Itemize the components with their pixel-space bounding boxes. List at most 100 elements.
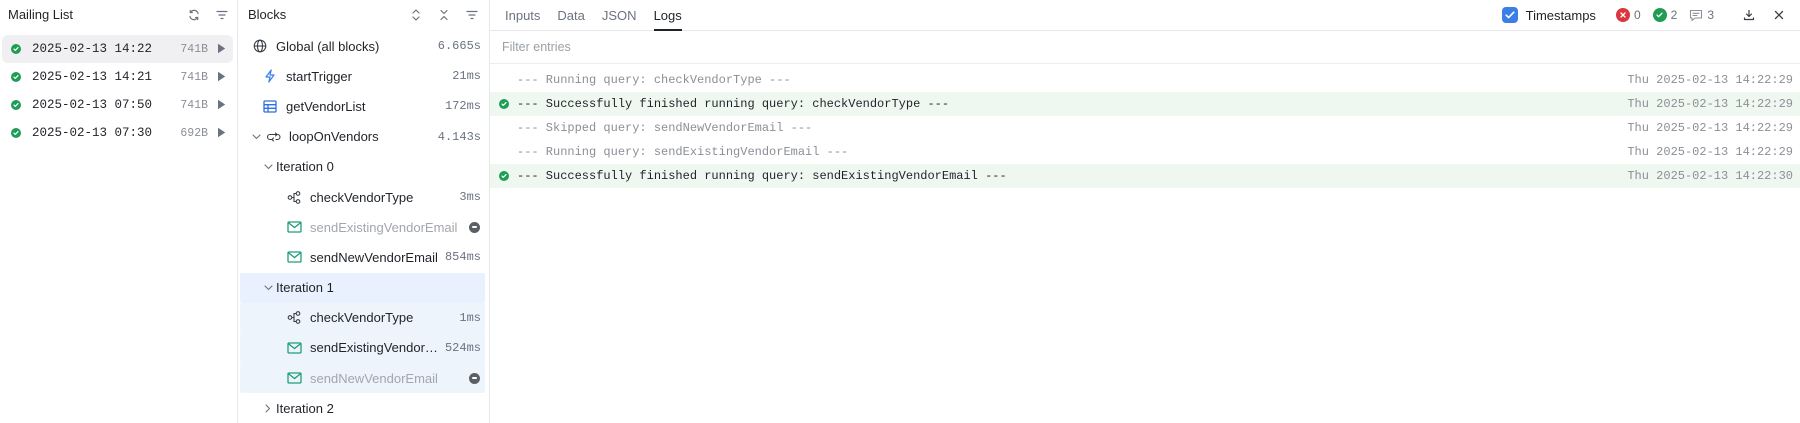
log-status-spacer xyxy=(499,147,509,157)
run-date: 2025-02-13 07:30 xyxy=(32,126,153,140)
tab-data[interactable]: Data xyxy=(557,0,584,30)
branch-icon xyxy=(286,189,302,205)
log-entry[interactable]: --- Running query: checkVendorType --- T… xyxy=(490,68,1800,92)
iteration-label: Iteration 2 xyxy=(276,400,334,416)
branch-icon xyxy=(286,310,302,326)
run-row[interactable]: 2025-02-13 07:30 692B xyxy=(2,119,233,147)
tab-logs[interactable]: Logs xyxy=(653,0,682,31)
tab-bar: Inputs Data JSON Logs Timestamps 0 2 3 xyxy=(490,0,1800,31)
timestamps-checkbox[interactable] xyxy=(1501,7,1518,23)
run-list: 2025-02-13 14:22 741B 2025-02-13 14:21 7… xyxy=(0,29,237,147)
success-check-icon xyxy=(11,128,21,138)
logs-toolbar: Timestamps 0 2 3 xyxy=(1501,0,1800,30)
log-message: --- Successfully finished running query:… xyxy=(517,169,1007,183)
filter-bar xyxy=(490,31,1800,64)
message-filter[interactable]: 3 xyxy=(1689,8,1714,22)
play-icon[interactable] xyxy=(217,99,227,111)
block-row-checkvendortype[interactable]: checkVendorType 1ms xyxy=(240,302,485,333)
iteration-row[interactable]: Iteration 1 xyxy=(240,272,485,303)
play-icon[interactable] xyxy=(217,71,227,83)
run-size: 692B xyxy=(180,126,208,140)
log-timestamp: Thu 2025-02-13 14:22:29 xyxy=(1627,121,1793,135)
block-row-checkvendortype[interactable]: checkVendorType 3ms xyxy=(240,182,485,212)
run-size: 741B xyxy=(180,70,208,84)
timestamps-label: Timestamps xyxy=(1525,7,1596,23)
tab-json[interactable]: JSON xyxy=(602,0,637,30)
refresh-icon[interactable] xyxy=(187,8,201,22)
iteration-row[interactable]: Iteration 0 xyxy=(240,152,485,182)
block-duration: 4.143s xyxy=(437,129,481,144)
success-check-icon xyxy=(11,100,21,110)
message-icon xyxy=(1689,8,1703,22)
collapse-all-icon[interactable] xyxy=(437,8,451,22)
block-label: loopOnVendors xyxy=(289,129,379,145)
mail-icon xyxy=(286,370,302,386)
run-size: 741B xyxy=(180,42,208,56)
block-label: sendExistingVendorEmail xyxy=(310,219,458,235)
error-filter[interactable]: 0 xyxy=(1615,8,1641,22)
iteration-row[interactable]: Iteration 2 xyxy=(240,393,485,423)
block-row-sendexistingvendoremail[interactable]: sendExistingVendorEmail 524ms xyxy=(240,332,485,364)
filter-icon[interactable] xyxy=(465,8,479,22)
skipped-icon xyxy=(469,372,480,384)
run-date: 2025-02-13 14:21 xyxy=(32,70,153,84)
log-status-spacer xyxy=(499,75,509,85)
block-label: checkVendorType xyxy=(310,310,414,326)
expand-all-icon[interactable] xyxy=(409,8,423,22)
success-check-icon xyxy=(499,99,509,109)
block-duration: 3ms xyxy=(459,190,481,205)
run-row[interactable]: 2025-02-13 07:50 741B xyxy=(2,91,233,119)
filter-icon[interactable] xyxy=(215,8,229,22)
play-icon[interactable] xyxy=(217,127,227,139)
blocks-panel: Blocks Global (all blocks) 6.665s startT… xyxy=(238,0,490,423)
block-duration: 21ms xyxy=(452,69,481,84)
filter-entries-input[interactable] xyxy=(502,40,902,54)
success-count: 2 xyxy=(1670,8,1678,22)
block-row-global[interactable]: Global (all blocks) 6.665s xyxy=(240,31,485,61)
block-label: Global (all blocks) xyxy=(276,38,380,54)
log-entry[interactable]: --- Successfully finished running query:… xyxy=(490,92,1800,116)
runs-panel-header: Mailing List xyxy=(0,0,237,29)
message-count: 3 xyxy=(1707,8,1714,22)
block-duration: 1ms xyxy=(459,310,481,325)
chevron-down-icon[interactable] xyxy=(262,282,274,294)
log-message: --- Running query: sendExistingVendorEma… xyxy=(517,145,849,159)
log-timestamp: Thu 2025-02-13 14:22:29 xyxy=(1627,145,1793,159)
lightning-icon xyxy=(262,68,278,84)
mail-icon xyxy=(286,340,302,356)
log-message: --- Skipped query: sendNewVendorEmail --… xyxy=(517,121,813,135)
block-row-sendnewvendoremail[interactable]: sendNewVendorEmail xyxy=(240,363,485,394)
workflow-run-inspector: Mailing List 2025-02-13 14:22 741B 2025-… xyxy=(0,0,1800,423)
run-row[interactable]: 2025-02-13 14:21 741B xyxy=(2,63,233,91)
block-row-getvendorlist[interactable]: getVendorList 172ms xyxy=(240,91,485,121)
block-label: checkVendorType xyxy=(310,189,414,205)
block-label: sendNewVendorEmail xyxy=(310,370,438,386)
success-filter[interactable]: 2 xyxy=(1652,8,1678,22)
log-entry[interactable]: --- Skipped query: sendNewVendorEmail --… xyxy=(490,116,1800,140)
log-timestamp: Thu 2025-02-13 14:22:29 xyxy=(1627,97,1793,111)
runs-panel-title: Mailing List xyxy=(8,7,74,22)
chevron-down-icon[interactable] xyxy=(262,161,274,173)
error-icon xyxy=(1615,8,1630,22)
chevron-right-icon[interactable] xyxy=(262,402,274,414)
play-icon[interactable] xyxy=(217,43,227,55)
close-icon[interactable] xyxy=(1772,8,1786,22)
log-list: --- Running query: checkVendorType --- T… xyxy=(490,64,1800,188)
iteration-label: Iteration 0 xyxy=(276,159,334,175)
log-status-spacer xyxy=(499,123,509,133)
download-icon[interactable] xyxy=(1742,8,1756,22)
block-row-starttrigger[interactable]: startTrigger 21ms xyxy=(240,61,485,91)
block-row-sendexistingvendoremail[interactable]: sendExistingVendorEmail xyxy=(240,212,485,242)
block-row-sendnewvendoremail[interactable]: sendNewVendorEmail 854ms xyxy=(240,242,485,272)
log-entry[interactable]: --- Successfully finished running query:… xyxy=(490,164,1800,188)
globe-icon xyxy=(252,38,268,54)
run-row[interactable]: 2025-02-13 14:22 741B xyxy=(2,35,233,63)
tab-inputs[interactable]: Inputs xyxy=(505,0,540,30)
chevron-down-icon[interactable] xyxy=(250,131,262,143)
success-check-icon xyxy=(11,72,21,82)
log-entry[interactable]: --- Running query: sendExistingVendorEma… xyxy=(490,140,1800,164)
log-timestamp: Thu 2025-02-13 14:22:30 xyxy=(1627,169,1793,183)
block-row-looponvendors[interactable]: loopOnVendors 4.143s xyxy=(240,122,485,152)
mail-icon xyxy=(286,249,302,265)
block-label: startTrigger xyxy=(286,68,352,84)
